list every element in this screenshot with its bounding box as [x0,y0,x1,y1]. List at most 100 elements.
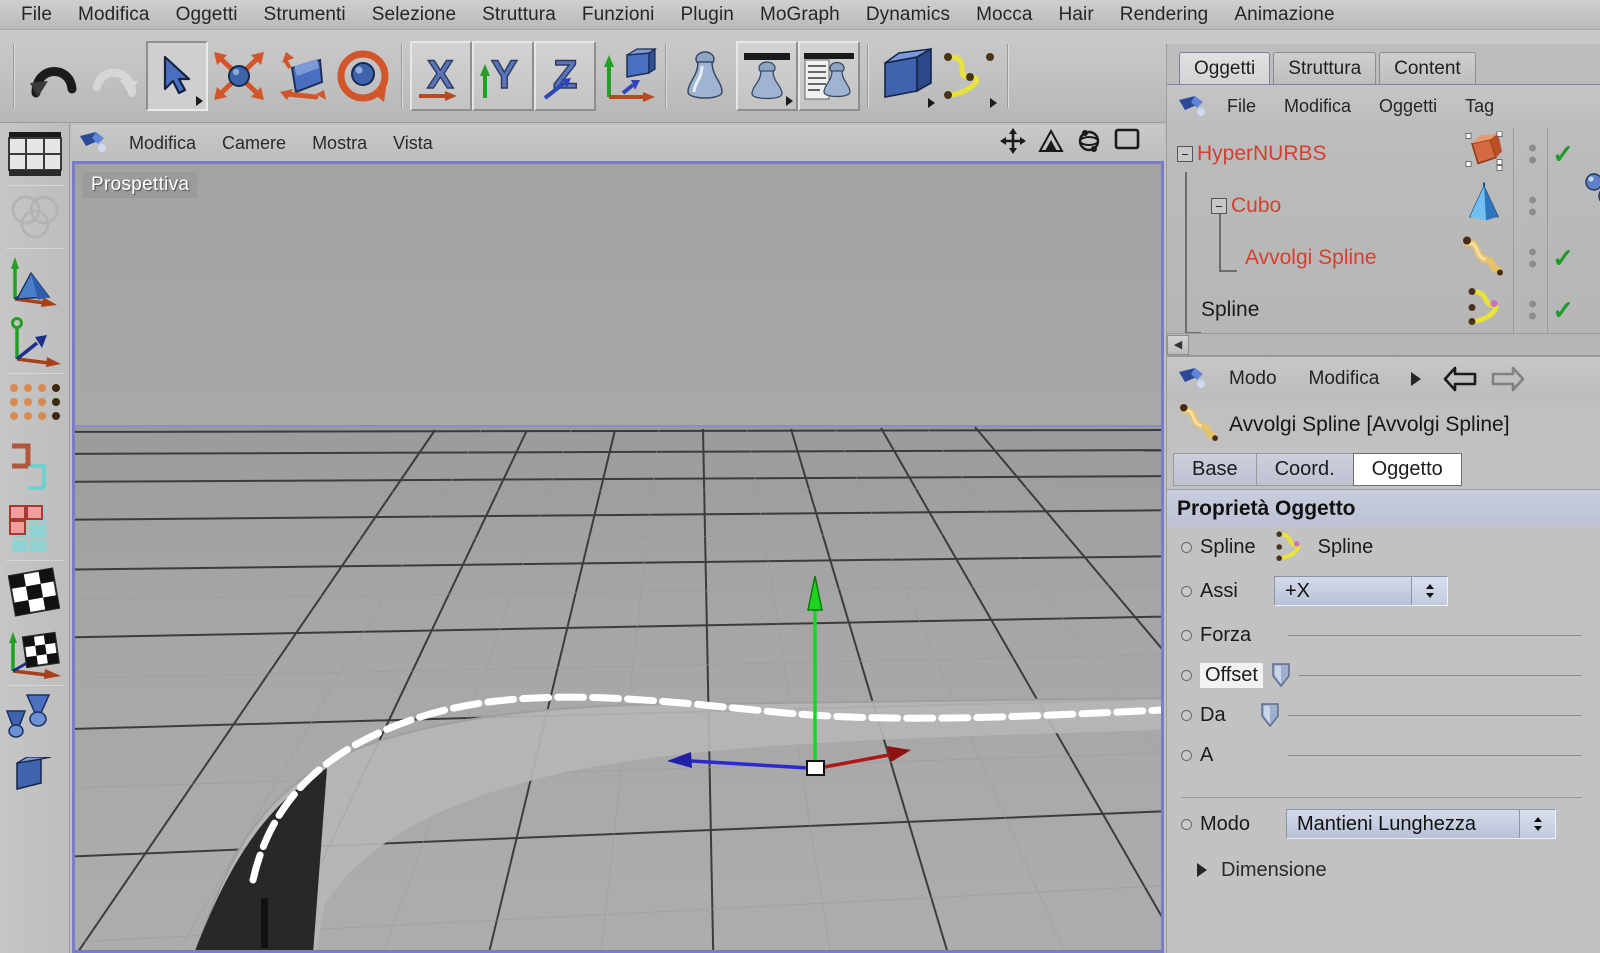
lock-z-axis-button[interactable]: Z [534,41,596,111]
overflow-tag-icons[interactable] [1584,170,1600,219]
property-group-dimensione[interactable]: Dimensione [1167,850,1600,890]
attr-tab-coord[interactable]: Coord. [1255,452,1354,486]
chevron-down-icon[interactable] [1411,577,1447,605]
tab-oggetti[interactable]: Oggetti [1179,52,1271,84]
perspective-viewport[interactable]: Prospettiva [72,161,1164,953]
triangle-right-icon[interactable] [1411,372,1422,386]
tree-row-cubo[interactable]: − Cubo [1167,180,1600,232]
viewport-menu-mostra[interactable]: Mostra [299,133,380,154]
property-value-spline[interactable]: Spline [1318,536,1374,559]
om-menu-oggetti[interactable]: Oggetti [1365,96,1451,117]
visibility-check-icon[interactable]: ✓ [1552,141,1574,167]
menu-animazione[interactable]: Animazione [1221,4,1347,26]
property-row-assi[interactable]: Assi +X [1167,567,1600,615]
object-tree-hscrollbar[interactable]: ◀ [1167,333,1600,355]
cube-primitive-button[interactable] [876,41,938,111]
select-tool-button[interactable] [146,41,208,111]
visibility-check-icon[interactable]: ✓ [1552,297,1574,323]
expander-icon[interactable]: − [1177,146,1193,162]
lock-x-axis-button[interactable]: X [410,41,472,111]
tab-struttura[interactable]: Struttura [1273,52,1377,84]
offset-slider-track[interactable] [1299,674,1582,676]
deformer-mode-button[interactable] [2,686,68,748]
menu-funzioni[interactable]: Funzioni [569,4,668,26]
menu-mocca[interactable]: Mocca [963,4,1045,26]
menu-struttura[interactable]: Struttura [469,4,569,26]
menu-selezione[interactable]: Selezione [359,4,469,26]
workplane-button[interactable] [2,748,68,810]
property-row-modo[interactable]: Modo Mantieni Lunghezza [1167,798,1600,850]
expander-icon[interactable]: − [1211,198,1227,214]
menu-rendering[interactable]: Rendering [1107,4,1222,26]
layout-grid-button[interactable] [2,123,68,185]
om-menu-file[interactable]: File [1213,96,1270,117]
redo-button[interactable] [84,41,146,111]
am-menu-modifica[interactable]: Modifica [1293,368,1396,390]
forza-slider-track[interactable] [1288,634,1582,636]
menu-mograph[interactable]: MoGraph [747,4,853,26]
interpolation-shield-icon[interactable] [1271,662,1291,688]
arrow-left-icon[interactable] [1443,366,1477,392]
lock-y-axis-button[interactable]: Y [472,41,534,111]
scroll-left-button[interactable]: ◀ [1167,334,1189,355]
undo-button[interactable] [22,41,84,111]
viewport-menu-modifica[interactable]: Modifica [116,133,209,154]
render-settings-button[interactable] [798,41,860,111]
render-region-button[interactable] [736,41,798,111]
rotate-tool-button[interactable] [332,41,394,111]
points-mode-button[interactable] [2,374,68,436]
spline-tool-button[interactable] [938,41,1000,111]
om-menu-tag[interactable]: Tag [1451,96,1508,117]
chevron-down-icon[interactable] [1519,810,1555,838]
rotate-view-icon[interactable] [1076,128,1102,159]
world-axis-button[interactable] [2,311,68,373]
menu-file[interactable]: File [8,4,65,26]
render-view-button[interactable] [674,41,736,111]
triangle-right-icon[interactable] [1197,863,1207,877]
tree-row-avvolgi-spline[interactable]: Avvolgi Spline ✓ [1167,232,1600,284]
am-menu-modo[interactable]: Modo [1213,368,1293,390]
modo-dropdown[interactable]: Mantieni Lunghezza [1286,809,1556,839]
spline-wrap-icon[interactable] [1460,236,1504,281]
tree-row-spline[interactable]: Spline ✓ [1167,284,1600,333]
arrow-right-icon[interactable] [1491,366,1525,392]
object-tree[interactable]: − HyperNURBS ✓ − Cubo Avvolgi Spline ✓ S… [1167,128,1600,333]
menu-modifica[interactable]: Modifica [65,4,163,26]
attr-tab-base[interactable]: Base [1173,452,1257,486]
om-menu-modifica[interactable]: Modifica [1270,96,1365,117]
world-coordinate-button[interactable] [596,41,658,111]
da-slider-track[interactable] [1288,714,1582,716]
property-row-da[interactable]: Da [1167,695,1600,735]
assi-dropdown[interactable]: +X [1274,576,1448,606]
scale-tool-button[interactable] [270,41,332,111]
menu-oggetti[interactable]: Oggetti [163,4,251,26]
object-mode-button[interactable] [2,249,68,311]
attr-tab-oggetto[interactable]: Oggetto [1352,452,1462,486]
cube-axis-icon[interactable] [1464,182,1504,230]
menu-dynamics[interactable]: Dynamics [853,4,963,26]
property-row-spline[interactable]: Spline Spline [1167,527,1600,567]
tree-row-hypernurbs[interactable]: − HyperNURBS ✓ [1167,128,1600,180]
property-row-forza[interactable]: Forza [1167,615,1600,655]
viewport-menu-vista[interactable]: Vista [380,133,446,154]
property-row-a[interactable]: A [1167,735,1600,775]
pan-view-icon[interactable] [1000,127,1026,159]
model-mode-button[interactable] [2,186,68,248]
a-slider-track[interactable] [1288,754,1582,756]
edges-mode-button[interactable] [2,436,68,498]
hypernurbs-icon[interactable] [1464,131,1504,177]
maximize-view-icon[interactable] [1114,128,1140,159]
menu-hair[interactable]: Hair [1046,4,1107,26]
texture-axis-mode-button[interactable] [2,623,68,685]
viewport-menu-camere[interactable]: Camere [209,133,299,154]
polygons-mode-button[interactable] [2,498,68,560]
property-row-offset[interactable]: Offset [1167,655,1600,695]
menu-plugin[interactable]: Plugin [668,4,747,26]
move-tool-button[interactable] [208,41,270,111]
zoom-view-icon[interactable] [1038,128,1064,159]
spline-icon[interactable] [1462,288,1504,333]
tab-content[interactable]: Content [1379,52,1476,84]
interpolation-shield-icon[interactable] [1260,702,1280,728]
menu-strumenti[interactable]: Strumenti [251,4,359,26]
visibility-check-icon[interactable]: ✓ [1552,245,1574,271]
